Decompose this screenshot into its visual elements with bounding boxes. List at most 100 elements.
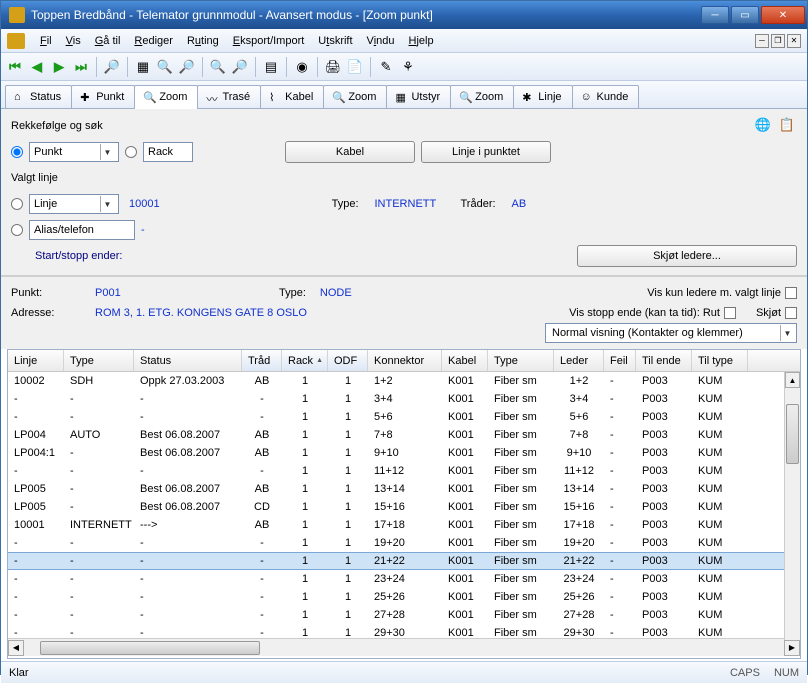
tool-b-icon[interactable]: ⚘: [398, 57, 418, 77]
linje-value[interactable]: 10001: [129, 198, 160, 210]
tab-linje[interactable]: ✱Linje: [513, 85, 572, 108]
table-row[interactable]: ----1121+22K001Fiber sm21+22-P003KUM: [8, 552, 800, 570]
table-row[interactable]: 10001INTERNETT--->AB1117+18K001Fiber sm1…: [8, 516, 800, 534]
column-header[interactable]: Status: [134, 350, 242, 371]
alias-field[interactable]: Alias/telefon: [29, 220, 135, 240]
alias-radio[interactable]: [11, 224, 23, 236]
column-header[interactable]: Type: [488, 350, 554, 371]
column-header[interactable]: Type: [64, 350, 134, 371]
cell: 7+8: [554, 428, 604, 442]
table-row[interactable]: ----1123+24K001Fiber sm23+24-P003KUM: [8, 570, 800, 588]
skjot-ledere-button[interactable]: Skjøt ledere...: [577, 245, 797, 267]
column-header[interactable]: Kabel: [442, 350, 488, 371]
punkt-value[interactable]: P001: [95, 287, 275, 299]
table-row[interactable]: LP004AUTOBest 06.08.2007AB117+8K001Fiber…: [8, 426, 800, 444]
capture-icon[interactable]: ◉: [292, 57, 312, 77]
table-row[interactable]: ----1119+20K001Fiber sm19+20-P003KUM: [8, 534, 800, 552]
column-header[interactable]: Rack: [282, 350, 328, 371]
rut-checkbox[interactable]: [724, 307, 736, 319]
close-button[interactable]: ✕: [761, 6, 805, 24]
table-row[interactable]: ----113+4K001Fiber sm3+4-P003KUM: [8, 390, 800, 408]
tab-kunde[interactable]: ☺Kunde: [572, 85, 640, 108]
cell: P003: [636, 428, 692, 442]
mdi-close-button[interactable]: ✕: [787, 34, 801, 48]
menu-fil[interactable]: Fil: [33, 32, 59, 50]
linje-radio[interactable]: [11, 198, 23, 210]
vertical-scrollbar[interactable]: ▲: [784, 372, 800, 640]
tab-utstyr[interactable]: ▦Utstyr: [386, 85, 451, 108]
preview-icon[interactable]: 📄: [345, 57, 365, 77]
app-menu-icon[interactable]: [7, 33, 25, 49]
zoom-min-icon[interactable]: 🔎: [177, 57, 197, 77]
visning-dropdown[interactable]: Normal visning (Kontakter og klemmer) ▼: [545, 323, 797, 343]
column-header[interactable]: Leder: [554, 350, 604, 371]
column-header[interactable]: Linje: [8, 350, 64, 371]
column-header[interactable]: Til type: [692, 350, 748, 371]
zoom-a-icon[interactable]: 🔍: [208, 57, 228, 77]
nav-first-icon[interactable]: ⏮: [5, 57, 25, 77]
table-row[interactable]: 10002SDHOppk 27.03.2003AB111+2K001Fiber …: [8, 372, 800, 390]
column-header[interactable]: Feil: [604, 350, 636, 371]
minimize-button[interactable]: ─: [701, 6, 729, 24]
tab-zoom[interactable]: 🔍Zoom: [134, 85, 198, 109]
table-row[interactable]: ----1125+26K001Fiber sm25+26-P003KUM: [8, 588, 800, 606]
column-header[interactable]: ODF: [328, 350, 368, 371]
mdi-restore-button[interactable]: ❐: [771, 34, 785, 48]
table-row[interactable]: ----1111+12K001Fiber sm11+12-P003KUM: [8, 462, 800, 480]
cell: -: [64, 392, 134, 406]
linje-dropdown[interactable]: Linje▼: [29, 194, 119, 214]
table-row[interactable]: ----1129+30K001Fiber sm29+30-P003KUM: [8, 624, 800, 638]
menu-hjelp[interactable]: Hjelp: [402, 32, 441, 50]
column-header[interactable]: Tråd: [242, 350, 282, 371]
punkt-radio[interactable]: [11, 146, 23, 158]
punkt-dropdown[interactable]: Punkt▼: [29, 142, 119, 162]
tab-trasé[interactable]: 〰Trasé: [197, 85, 261, 108]
linje-i-punktet-button[interactable]: Linje i punktet: [421, 141, 551, 163]
column-header[interactable]: Konnektor: [368, 350, 442, 371]
zoom-b-icon[interactable]: 🔎: [230, 57, 250, 77]
adresse-value[interactable]: ROM 3, 1. ETG. KONGENS GATE 8 OSLO: [95, 307, 307, 319]
tab-zoom[interactable]: 🔍Zoom: [450, 85, 514, 108]
menu-gatil[interactable]: Gå til: [88, 32, 128, 50]
horizontal-scrollbar[interactable]: ◀▶: [8, 638, 800, 656]
grid-icon[interactable]: ▤: [261, 57, 281, 77]
grid-body[interactable]: 10002SDHOppk 27.03.2003AB111+2K001Fiber …: [8, 372, 800, 638]
tool-a-icon[interactable]: ✎: [376, 57, 396, 77]
cell: 1: [328, 392, 368, 406]
status-bar: Klar CAPS NUM: [1, 661, 807, 683]
table-row[interactable]: ----115+6K001Fiber sm5+6-P003KUM: [8, 408, 800, 426]
menu-vis[interactable]: Vis: [59, 32, 88, 50]
zoom-plus-icon[interactable]: 🔍: [155, 57, 175, 77]
rack-field[interactable]: Rack: [143, 142, 193, 162]
menu-utskrift[interactable]: Utskrift: [311, 32, 359, 50]
menu-vindu[interactable]: Vindu: [360, 32, 402, 50]
rack-radio[interactable]: [125, 146, 137, 158]
menu-rediger[interactable]: Rediger: [127, 32, 180, 50]
list-icon[interactable]: ▦: [133, 57, 153, 77]
tab-zoom[interactable]: 🔍Zoom: [323, 85, 387, 108]
tab-status[interactable]: ⌂Status: [5, 85, 72, 108]
mdi-minimize-button[interactable]: ─: [755, 34, 769, 48]
table-row[interactable]: LP005-Best 06.08.2007AB1113+14K001Fiber …: [8, 480, 800, 498]
nav-last-icon[interactable]: ⏭: [71, 57, 91, 77]
nav-next-icon[interactable]: ▶: [49, 57, 69, 77]
clipboard-icon[interactable]: 📋: [777, 115, 797, 135]
find-icon[interactable]: 🔎: [102, 57, 122, 77]
maximize-button[interactable]: ▭: [731, 6, 759, 24]
vis-kun-checkbox[interactable]: [785, 287, 797, 299]
menu-eksport[interactable]: Eksport/Import: [226, 32, 312, 50]
menu-ruting[interactable]: Ruting: [180, 32, 226, 50]
column-header[interactable]: Til ende: [636, 350, 692, 371]
data-grid[interactable]: LinjeTypeStatusTrådRackODFKonnektorKabel…: [7, 349, 801, 659]
nav-prev-icon[interactable]: ◀: [27, 57, 47, 77]
kabel-button[interactable]: Kabel: [285, 141, 415, 163]
tab-kabel[interactable]: ⌇Kabel: [260, 85, 324, 108]
table-row[interactable]: ----1127+28K001Fiber sm27+28-P003KUM: [8, 606, 800, 624]
table-row[interactable]: LP005-Best 06.08.2007CD1115+16K001Fiber …: [8, 498, 800, 516]
grid-header[interactable]: LinjeTypeStatusTrådRackODFKonnektorKabel…: [8, 350, 800, 372]
tab-punkt[interactable]: ✚Punkt: [71, 85, 135, 108]
skjot-checkbox[interactable]: [785, 307, 797, 319]
table-row[interactable]: LP004:1-Best 06.08.2007AB119+10K001Fiber…: [8, 444, 800, 462]
print-icon[interactable]: 🖨: [323, 57, 343, 77]
globe-icon[interactable]: 🌐: [753, 115, 773, 135]
